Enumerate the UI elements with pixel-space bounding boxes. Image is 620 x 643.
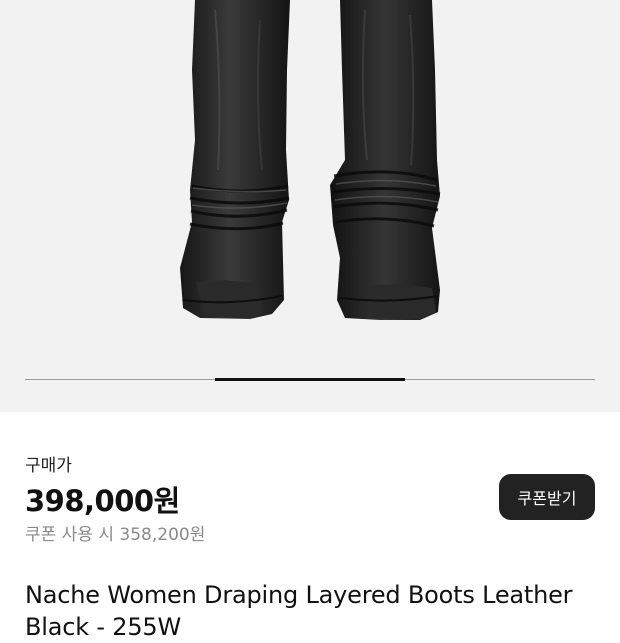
product-image-gallery[interactable] [0,0,620,412]
price-label: 구매가 [25,456,72,476]
right-boot [330,0,441,320]
left-boot [180,0,290,319]
price-value: 398,000원 [25,484,180,518]
product-title: Nache Women Draping Layered Boots Leathe… [25,581,573,641]
slide-indicator-active [215,378,405,381]
coupon-price-text: 쿠폰 사용 시 358,200원 [25,525,206,545]
product-image[interactable] [0,0,620,370]
get-coupon-button[interactable]: 쿠폰받기 [499,474,595,520]
get-coupon-button-label: 쿠폰받기 [517,489,577,508]
